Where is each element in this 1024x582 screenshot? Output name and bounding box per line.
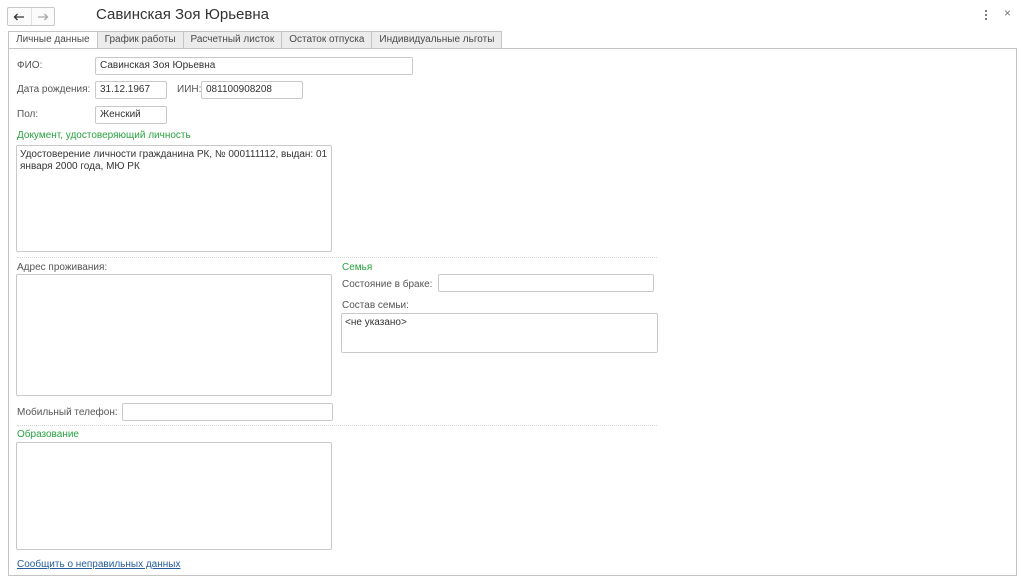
tab-payslip[interactable]: Расчетный листок (183, 31, 283, 49)
more-vertical-icon[interactable] (982, 8, 990, 22)
address-textarea[interactable] (16, 274, 332, 396)
document-section-title: Документ, удостоверяющий личность (17, 130, 191, 141)
document-textarea[interactable]: Удостоверение личности гражданина РК, № … (16, 145, 332, 252)
family-members-field[interactable]: <не указано> (341, 313, 658, 353)
tab-individual-benefits[interactable]: Индивидуальные льготы (372, 31, 503, 49)
tab-vacation-balance[interactable]: Остаток отпуска (282, 31, 373, 49)
personal-data-panel: ФИО: Савинская Зоя Юрьевна Дата рождения… (8, 48, 1017, 576)
address-label: Адрес проживания: (17, 262, 108, 273)
family-section-title: Семья (342, 262, 373, 273)
navigation-buttons (7, 7, 55, 26)
report-incorrect-data-link[interactable]: Сообщить о неправильных данных (17, 559, 180, 571)
birth-date-label: Дата рождения: (17, 84, 91, 95)
gender-field[interactable]: Женский (95, 106, 167, 124)
education-textarea[interactable] (16, 442, 332, 550)
fio-field[interactable]: Савинская Зоя Юрьевна (95, 57, 413, 75)
window-title: Савинская Зоя Юрьевна (96, 6, 269, 23)
close-icon[interactable]: × (1004, 6, 1011, 20)
marital-status-label: Состояние в браке: (342, 279, 433, 290)
tab-bar: Личные данные График работы Расчетный ли… (8, 31, 503, 50)
forward-button[interactable] (30, 8, 55, 25)
marital-status-field[interactable] (438, 274, 654, 292)
iin-label: ИИН: (177, 84, 202, 95)
separator (17, 425, 657, 426)
separator (17, 257, 657, 258)
education-section-title: Образование (17, 429, 79, 440)
mobile-phone-field[interactable] (122, 403, 333, 421)
gender-label: Пол: (17, 109, 39, 120)
iin-field[interactable]: 081100908208 (201, 81, 303, 99)
arrow-left-icon (13, 13, 25, 20)
fio-label: ФИО: (17, 60, 43, 71)
family-members-label: Состав семьи: (342, 300, 409, 311)
tab-work-schedule[interactable]: График работы (97, 31, 184, 49)
birth-date-field[interactable]: 31.12.1967 (95, 81, 167, 99)
mobile-phone-label: Мобильный телефон: (17, 407, 118, 418)
arrow-right-icon (37, 13, 49, 20)
back-button[interactable] (8, 8, 31, 25)
